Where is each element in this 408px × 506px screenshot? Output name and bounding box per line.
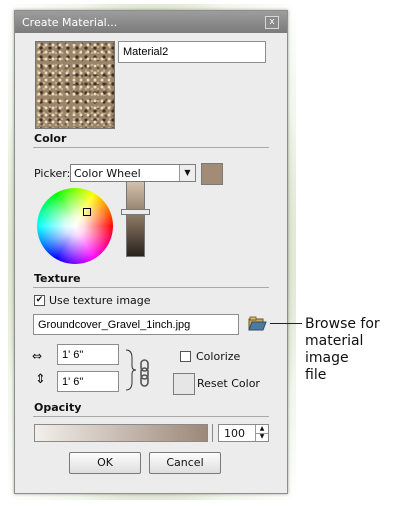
opacity-value[interactable]: 100 — [224, 427, 245, 440]
title-bar: Create Material... x — [15, 11, 287, 33]
opacity-slider[interactable] — [34, 424, 208, 442]
texture-height-input[interactable] — [57, 371, 119, 392]
picker-label: Picker: — [34, 167, 71, 180]
height-arrows-icon: ⇕ — [35, 372, 46, 387]
ok-button[interactable]: OK — [69, 452, 141, 474]
callout-leader-line — [270, 323, 302, 324]
chain-link-icon[interactable] — [138, 359, 152, 390]
opacity-separator — [212, 424, 213, 442]
chevron-down-icon[interactable]: ▼ — [179, 165, 195, 181]
brightness-slider-track[interactable] — [126, 181, 145, 257]
color-wheel-marker[interactable] — [83, 208, 91, 216]
cancel-button[interactable]: Cancel — [149, 452, 221, 474]
spin-down-icon[interactable]: ▼ — [255, 433, 268, 441]
color-divider — [33, 147, 269, 148]
texture-section-label: Texture — [34, 272, 81, 285]
brightness-slider-handle[interactable] — [121, 209, 150, 215]
reset-color-swatch[interactable] — [173, 373, 195, 395]
opacity-section-label: Opacity — [34, 401, 82, 414]
material-name-input[interactable] — [118, 41, 266, 63]
folder-icon[interactable] — [247, 316, 267, 335]
texture-filename-input[interactable] — [33, 314, 239, 335]
create-material-dialog: Create Material... x Color Picker: Color… — [14, 10, 288, 494]
browse-callout: Browse for material image file — [305, 316, 408, 384]
opacity-spinbox[interactable]: 100 ▲ ▼ — [218, 424, 269, 442]
use-texture-label: Use texture image — [49, 294, 151, 307]
width-arrows-icon: ⇔ — [32, 349, 43, 363]
colorize-label: Colorize — [196, 350, 241, 363]
callout-line-2: material image — [305, 333, 364, 366]
texture-divider — [33, 287, 269, 288]
color-wheel[interactable] — [37, 188, 113, 264]
use-texture-checkbox[interactable]: ✔ — [34, 295, 45, 306]
reset-color-label[interactable]: Reset Color — [197, 377, 260, 390]
material-preview-thumbnail — [35, 41, 115, 129]
colorize-checkbox[interactable] — [180, 351, 191, 362]
color-section-label: Color — [34, 132, 67, 145]
texture-width-input[interactable] — [57, 344, 119, 365]
dialog-title: Create Material... — [22, 16, 118, 29]
callout-line-1: Browse for — [305, 316, 380, 332]
color-swatch[interactable] — [201, 163, 223, 185]
callout-line-3: file — [305, 367, 327, 383]
picker-dropdown[interactable]: Color Wheel ▼ — [70, 164, 196, 182]
opacity-divider — [33, 416, 269, 417]
close-button[interactable]: x — [265, 16, 279, 29]
picker-selected-value: Color Wheel — [74, 167, 141, 180]
